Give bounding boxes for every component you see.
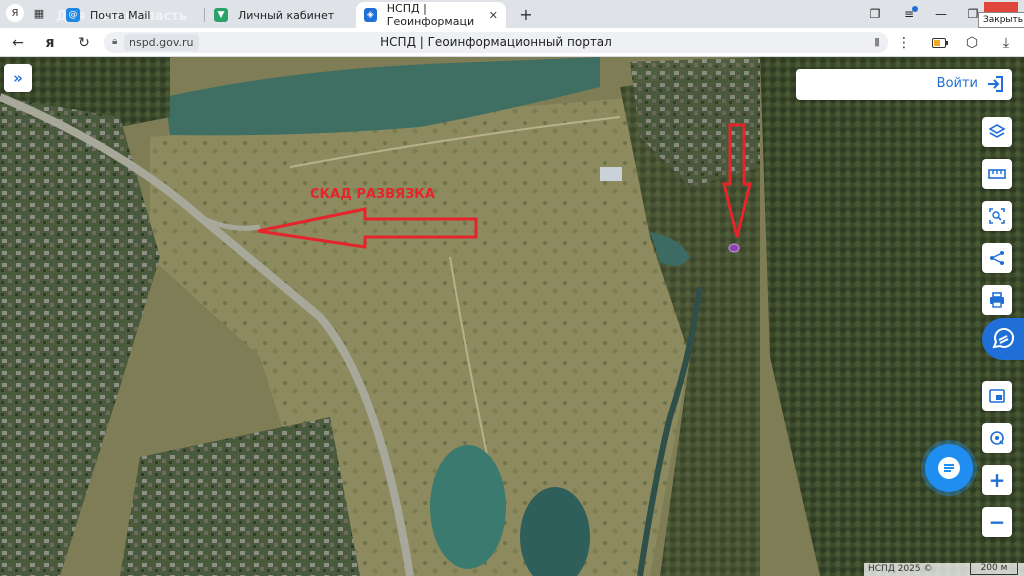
- tabs-grid-icon[interactable]: ▦: [30, 4, 48, 22]
- assistant-button[interactable]: [982, 318, 1024, 360]
- scale-bar: 200 м: [970, 563, 1018, 575]
- menu-notifications-icon[interactable]: ≡: [898, 4, 920, 24]
- collections-icon[interactable]: ❐: [864, 4, 886, 24]
- chat-icon: [938, 457, 960, 479]
- extensions-icon[interactable]: ⬡: [962, 33, 982, 53]
- login-label: Войти: [936, 76, 978, 91]
- browser-menu-icon[interactable]: Я: [6, 4, 24, 22]
- tab-label: Почта Mail: [90, 8, 151, 22]
- shield-icon: ▼: [214, 8, 228, 22]
- map-footer: НСПД 2025 © 200 м: [864, 563, 1024, 576]
- chat-button[interactable]: [925, 444, 973, 492]
- address-bar: ← я ↻ 🔒︎ nspd.gov.ru НСПД | Геоинформаци…: [0, 28, 1024, 57]
- zoom-in-button[interactable]: +: [982, 465, 1012, 495]
- tab-mail[interactable]: @ Почта Mail: [58, 2, 198, 28]
- tab-separator: [204, 8, 205, 22]
- select-area-icon: [989, 208, 1005, 224]
- close-tooltip: Закрыть: [978, 12, 1024, 28]
- login-button[interactable]: Войти: [796, 69, 1012, 100]
- print-icon: [990, 292, 1004, 308]
- browser-tab-bar: Я ▦ Для нового ласть @ Почта Mail ▼ Личн…: [0, 0, 1024, 28]
- yandex-icon[interactable]: я: [40, 33, 60, 53]
- location-icon: [990, 431, 1004, 445]
- share-icon: [990, 251, 1004, 265]
- more-icon[interactable]: ⋮: [894, 33, 914, 53]
- minimap-button[interactable]: [982, 381, 1012, 411]
- satellite-map[interactable]: СКАД РАЗВЯЗКА » Войти + − НСПД 2025 © 20…: [0, 57, 1024, 576]
- share-button[interactable]: [982, 243, 1012, 273]
- assistant-icon: [992, 328, 1014, 349]
- bookmark-icon[interactable]: ▮: [874, 35, 880, 48]
- url-field[interactable]: 🔒︎ nspd.gov.ru НСПД | Геоинформационный …: [104, 32, 888, 53]
- tab-nspd[interactable]: ◈ НСПД | Геоинформаци ✕: [356, 2, 506, 28]
- new-tab-button[interactable]: +: [516, 4, 536, 24]
- tab-close-icon[interactable]: ✕: [489, 9, 498, 22]
- expand-panel-button[interactable]: »: [4, 64, 32, 92]
- select-area-button[interactable]: [982, 201, 1012, 231]
- layers-icon: [988, 124, 1006, 138]
- satellite-imagery: СКАД РАЗВЯЗКА: [0, 57, 1024, 576]
- tab-label: Личный кабинет: [238, 8, 335, 22]
- download-icon[interactable]: ⤓: [996, 33, 1016, 53]
- mail-icon: @: [66, 8, 80, 22]
- back-icon[interactable]: ←: [8, 33, 28, 53]
- location-button[interactable]: [982, 423, 1012, 453]
- ruler-button[interactable]: [982, 159, 1012, 189]
- reload-icon[interactable]: ↻: [74, 33, 94, 53]
- zoom-in-label: +: [988, 468, 1006, 492]
- layers-button[interactable]: [982, 117, 1012, 147]
- minimap-icon: [989, 389, 1005, 403]
- zoom-out-button[interactable]: −: [982, 507, 1012, 537]
- nspd-icon: ◈: [364, 8, 377, 22]
- zoom-out-label: −: [988, 510, 1006, 534]
- print-button[interactable]: [982, 285, 1012, 315]
- parcel-marker[interactable]: [728, 243, 740, 253]
- login-icon: [988, 76, 1003, 92]
- annotation-label: СКАД РАЗВЯЗКА: [310, 187, 435, 202]
- tab-cabinet[interactable]: ▼ Личный кабинет: [206, 2, 352, 28]
- battery-icon[interactable]: [930, 33, 950, 53]
- ruler-icon: [988, 169, 1006, 179]
- minimize-button[interactable]: —: [930, 4, 952, 24]
- copyright-text: НСПД 2025 ©: [868, 564, 933, 574]
- page-title: НСПД | Геоинформационный портал: [380, 35, 612, 49]
